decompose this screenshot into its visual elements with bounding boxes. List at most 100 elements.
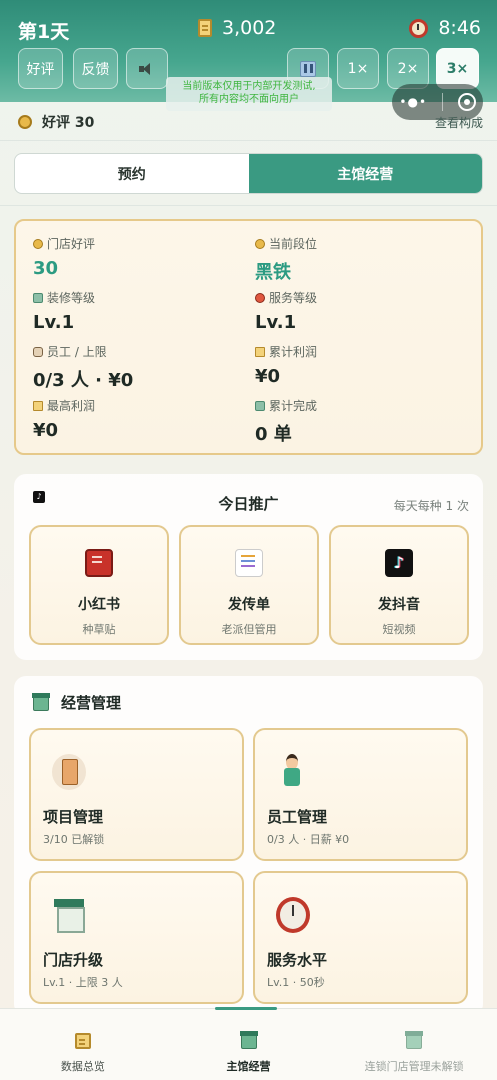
project-management-button[interactable]: 项目管理 3/10 已解锁: [29, 728, 244, 861]
day-label: 第1天: [18, 21, 70, 43]
nav-label: 数据总览: [60, 1060, 105, 1073]
close-target-icon[interactable]: [457, 93, 476, 111]
money-note-icon: [33, 400, 43, 411]
tab-reservation[interactable]: 预约: [15, 154, 249, 193]
coin-icon: [255, 238, 265, 249]
money-value: 3,002: [222, 17, 277, 39]
stat-value: 黑铁: [255, 262, 291, 283]
dev-notice: 当前版本仅用于内部开发测试, 所有内容均不面向用户: [166, 77, 332, 111]
mode-tabs: 预约 主馆经营: [14, 153, 483, 194]
time-value: 8:46: [438, 17, 481, 39]
nav-label: 主馆经营: [226, 1060, 271, 1073]
stat-current-tier: 当前段位 黑铁: [255, 235, 317, 284]
stat-label: 最高利润: [47, 399, 96, 413]
good-review-button[interactable]: 好评: [18, 48, 63, 89]
stat-value: Lv.1: [255, 312, 297, 333]
pause-icon: [300, 60, 316, 77]
active-tab-indicator: [214, 1007, 277, 1010]
stat-max-profit: 最高利润 ¥0: [33, 397, 95, 441]
stat-value: ¥0: [255, 366, 281, 387]
promo-label: 发传单: [228, 597, 270, 613]
project-scroll-icon: [52, 754, 86, 790]
alarm-clock-icon: [409, 18, 429, 38]
nav-main-store[interactable]: 主馆经营: [166, 1007, 332, 1080]
view-breakdown-link[interactable]: 查看构成: [435, 114, 483, 131]
stat-service-level: 服务等级 Lv.1: [255, 289, 317, 333]
manage-title: 经营管理: [61, 694, 122, 712]
note-icon: [198, 19, 212, 37]
nav-chain-store[interactable]: 连锁门店管理未解锁: [331, 1009, 497, 1080]
bottom-nav: 数据总览 主馆经营 连锁门店管理未解锁: [0, 1007, 497, 1080]
speed-2x-button[interactable]: 2×: [387, 48, 429, 89]
store-upgrade-button[interactable]: 门店升级 Lv.1 · 上限 3 人: [29, 871, 244, 1004]
mute-button[interactable]: [126, 48, 168, 89]
manage-label: 员工管理: [267, 808, 328, 826]
data-overview-icon: [74, 1033, 91, 1049]
money-display: 3,002: [198, 17, 276, 39]
staff-icon: [276, 754, 310, 790]
stat-label: 累计完成: [269, 399, 318, 413]
store-icon: [255, 400, 265, 411]
stat-value: 0 单: [255, 424, 292, 445]
divider: [0, 140, 497, 141]
alarm-clock-icon: [255, 292, 265, 303]
promo-sub: 老派但管用: [221, 623, 277, 636]
feedback-button[interactable]: 反馈: [73, 48, 118, 89]
stat-label: 服务等级: [269, 291, 318, 305]
capsule-divider: [441, 93, 443, 111]
stat-label: 当前段位: [269, 237, 318, 251]
manage-sub: 0/3 人 · 日薪 ¥0: [267, 833, 350, 846]
stat-label: 装修等级: [47, 291, 96, 305]
person-icon: [33, 346, 43, 357]
stat-staff-limit: 员工 / 上限 0/3 人 · ¥0: [33, 343, 133, 392]
red-book-icon: [85, 549, 113, 577]
stopwatch-icon: [276, 897, 310, 933]
manage-sub: Lv.1 · 上限 3 人: [43, 976, 123, 989]
rating-label: 好评 30: [42, 115, 95, 131]
speed-1x-button[interactable]: 1×: [337, 48, 379, 89]
chain-store-icon: [405, 1031, 424, 1049]
more-button[interactable]: •●•: [399, 95, 427, 109]
promo-flyer-button[interactable]: 发传单 老派但管用: [179, 525, 319, 645]
clock-display: 8:46: [409, 17, 481, 39]
stat-value: 30: [33, 258, 59, 279]
tab-main-store[interactable]: 主馆经营: [248, 154, 482, 193]
promo-douyin-button[interactable]: 发抖音 短视频: [329, 525, 469, 645]
rating-summary: 好评 30: [18, 112, 94, 132]
stat-value: Lv.1: [33, 312, 75, 333]
nav-data-overview[interactable]: 数据总览: [0, 1009, 166, 1080]
flyer-icon: [235, 549, 263, 577]
promo-sub: 短视频: [382, 623, 416, 636]
promo-sub: 种草贴: [82, 623, 116, 636]
manage-sub: 3/10 已解锁: [43, 833, 105, 846]
staff-management-button[interactable]: 员工管理 0/3 人 · 日薪 ¥0: [253, 728, 468, 861]
stat-total-done: 累计完成 0 单: [255, 397, 317, 446]
daily-promotion-card: ♪ 今日推广 每天每种 1 次 小红书 种草贴 发传单 老派但管用 发抖音 短视…: [14, 474, 483, 660]
divider: [0, 205, 497, 206]
stat-label: 门店好评: [47, 237, 96, 251]
promo-label: 小红书: [78, 597, 120, 613]
service-level-button[interactable]: 服务水平 Lv.1 · 50秒: [253, 871, 468, 1004]
stat-store-rating: 门店好评 30: [33, 235, 95, 279]
coin-icon: [18, 115, 32, 129]
manage-header: 经营管理: [32, 692, 122, 713]
stat-total-profit: 累计利润 ¥0: [255, 343, 317, 387]
main-store-icon: [239, 1031, 258, 1049]
manage-label: 项目管理: [43, 808, 104, 826]
stat-value: ¥0: [33, 420, 59, 441]
promo-label: 发抖音: [378, 597, 420, 613]
promo-xiaohongshu-button[interactable]: 小红书 种草贴: [29, 525, 169, 645]
coin-icon: [33, 238, 43, 249]
nav-label: 连锁门店管理未解锁: [364, 1060, 464, 1073]
tiktok-icon: [385, 549, 413, 577]
dev-notice-line1: 当前版本仅用于内部开发测试,: [182, 81, 316, 92]
store-icon: [33, 292, 43, 303]
store-icon: [32, 692, 50, 711]
stat-label: 累计利润: [269, 345, 318, 359]
promo-hint: 每天每种 1 次: [393, 499, 469, 513]
store-stats-card: 门店好评 30 当前段位 黑铁 装修等级 Lv.1 服务等级 Lv.1 员工 /…: [14, 219, 483, 455]
speaker-mute-icon: [139, 62, 155, 76]
manage-label: 门店升级: [43, 951, 104, 969]
speed-3x-button[interactable]: 3×: [436, 48, 479, 89]
business-management-card: 经营管理 项目管理 3/10 已解锁 员工管理 0/3 人 · 日薪 ¥0 门店…: [14, 676, 483, 1016]
